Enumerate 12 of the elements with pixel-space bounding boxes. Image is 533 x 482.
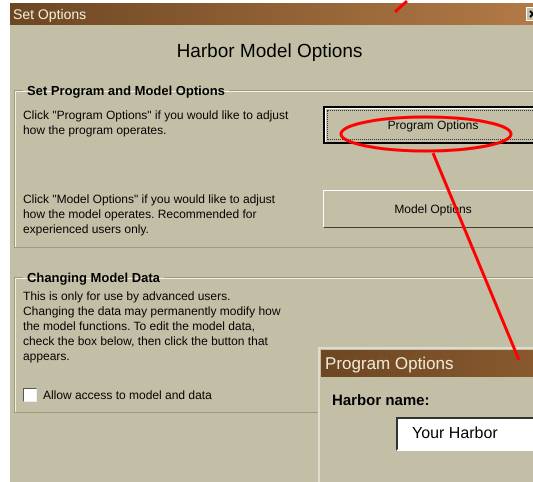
- window-title: Set Options: [13, 6, 86, 22]
- dialog-heading: Harbor Model Options: [176, 40, 364, 64]
- description-text: Click "Model Options" if you would like to adjust how the model operates. Recommended for experienced users only.: [23, 192, 276, 237]
- group-title: Set Program and Model Options: [26, 83, 226, 98]
- description-text: Click "Program Options" if you would like to adjust how the program operates.: [23, 108, 290, 138]
- option-button[interactable]: Program Options: [323, 106, 533, 144]
- warning-text: This is only for use by advanced users. Changing the data may permanently modify how the model functions. To edit the model data, check the box below, then click the button that appears.: [23, 289, 281, 364]
- window-title-bar: Program Options: [321, 350, 533, 377]
- field-label: Harbor name:: [332, 392, 431, 409]
- checkbox-label[interactable]: Allow access to model and data: [43, 388, 212, 402]
- input-field[interactable]: Your Harbor: [396, 417, 533, 451]
- group-title: Changing Model Data: [26, 270, 161, 285]
